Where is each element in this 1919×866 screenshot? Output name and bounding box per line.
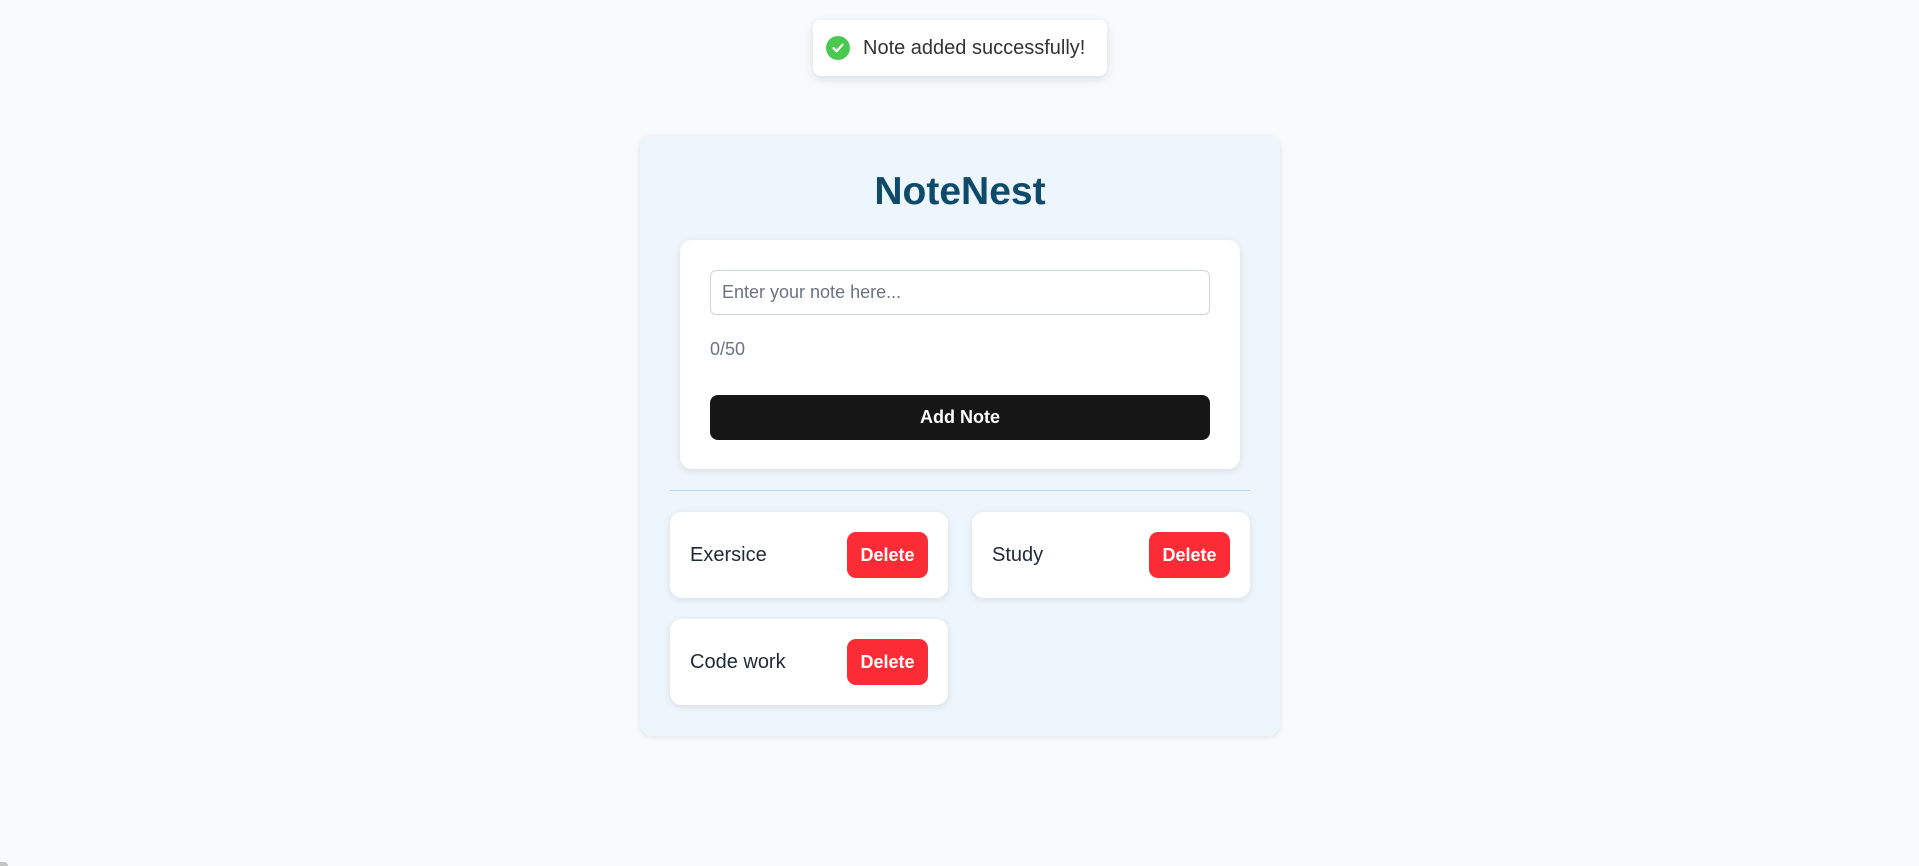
notes-list: Exersice Delete Study Delete Code work D… [670,512,1250,705]
char-counter: 0/50 [710,339,746,359]
note-text: Code work [690,650,786,673]
check-circle-icon [826,36,850,60]
note-card: Study Delete [972,512,1250,598]
note-card: Code work Delete [670,619,948,705]
add-note-button[interactable]: Add Note [710,395,1210,440]
note-text: Exersice [690,543,767,566]
corner-marker [0,862,8,866]
toast-message: Note added successfully! [863,36,1086,59]
divider [670,490,1250,491]
app-title: NoteNest [874,170,1046,213]
note-card: Exersice Delete [670,512,948,598]
success-toast: Note added successfully! [813,20,1107,76]
app-panel: NoteNest 0/50 Add Note Exersice Delete S… [640,136,1280,736]
note-input[interactable] [710,270,1210,315]
delete-note-button[interactable]: Delete [847,532,928,578]
delete-note-button[interactable]: Delete [1149,532,1230,578]
delete-note-button[interactable]: Delete [847,639,928,685]
note-form-card: 0/50 Add Note [680,240,1240,469]
note-text: Study [992,543,1044,566]
